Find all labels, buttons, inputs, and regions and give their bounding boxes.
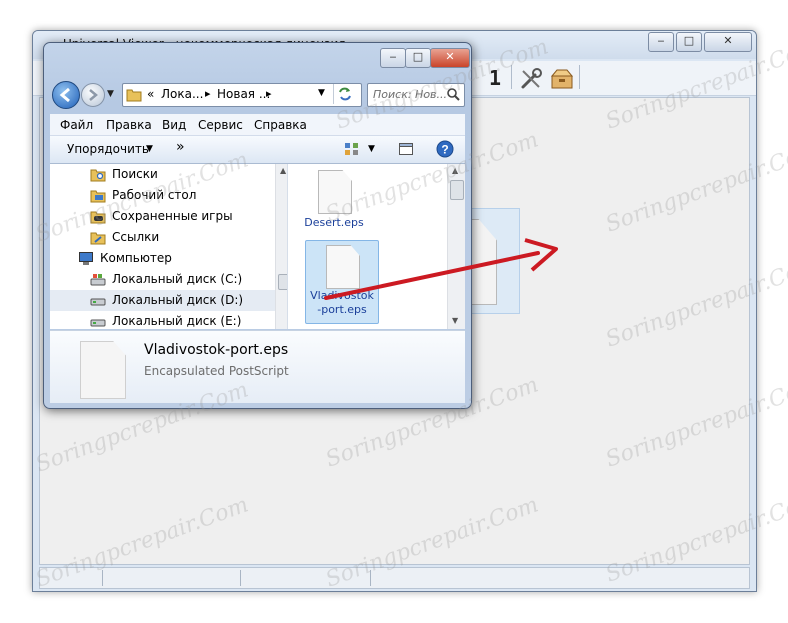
drag-arrow-icon [324, 238, 558, 300]
